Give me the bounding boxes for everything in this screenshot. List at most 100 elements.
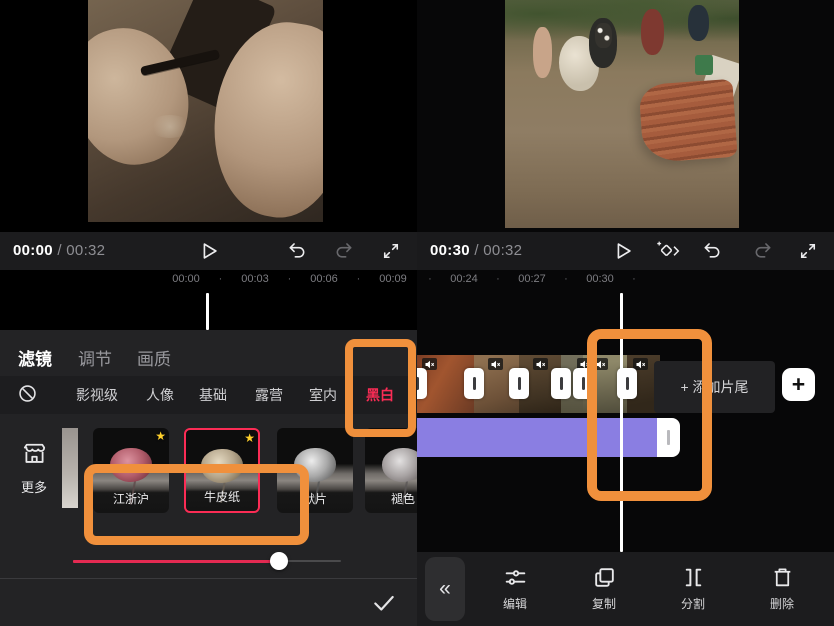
- filter-panel: 滤镜 调节 画质 影视级 人像 基础 露营 室内 黑白 更多: [0, 330, 417, 578]
- filter-name: 默片: [277, 490, 353, 507]
- trash-icon: [770, 565, 795, 590]
- ruler-dot: ·: [347, 273, 370, 285]
- add-keyframe-button[interactable]: [655, 240, 681, 262]
- filter-slider-fill: [73, 560, 279, 563]
- add-ending-label: + 添加片尾: [680, 377, 748, 397]
- rose-art: [294, 448, 336, 482]
- no-filter-icon[interactable]: [17, 383, 38, 409]
- collapse-icon: «: [439, 577, 451, 601]
- worker-figure: [641, 9, 664, 55]
- plus-icon: +: [792, 373, 805, 396]
- right-playhead[interactable]: [620, 293, 623, 552]
- worker-figure: [589, 18, 617, 68]
- brick-pile: [638, 79, 737, 163]
- tab-adjust[interactable]: 调节: [78, 345, 112, 370]
- shop-icon: [21, 440, 48, 467]
- filter-intensity-slider[interactable]: [73, 552, 341, 570]
- category-basic[interactable]: 基础: [199, 385, 227, 405]
- ruler-tick: 00:30: [577, 273, 623, 285]
- mute-icon: [593, 358, 608, 370]
- filter-card-niupizhi-selected[interactable]: ★ 牛皮纸: [184, 428, 260, 513]
- panel-tabs: 滤镜 调节 画质: [0, 336, 417, 376]
- screen: 00:00 / 00:32 00:00 · 00:03 · 00:06 ·: [0, 0, 834, 626]
- filter-thumb-partial[interactable]: [62, 428, 78, 508]
- filter-name: 牛皮纸: [186, 488, 258, 505]
- collapse-toolbar-button[interactable]: «: [425, 557, 465, 621]
- category-portrait[interactable]: 人像: [146, 385, 174, 405]
- ruler-tick: 00:03: [232, 273, 278, 285]
- ruler-dot: ·: [487, 273, 509, 285]
- transition-marker[interactable]: [509, 368, 529, 399]
- worker-figure: [688, 5, 709, 41]
- redo-button[interactable]: [753, 241, 773, 261]
- redo-button[interactable]: [334, 241, 354, 261]
- rose-art: [382, 448, 417, 482]
- worker-figure: [533, 27, 552, 77]
- ruler-tick: 00:27: [509, 273, 555, 285]
- ruler-tick: 00:09: [370, 273, 416, 285]
- left-time-display: 00:00 / 00:32: [13, 242, 105, 259]
- undo-button[interactable]: [702, 241, 722, 261]
- transition-marker[interactable]: [551, 368, 571, 399]
- clip-toolbar: « 编辑 复制 分割 删除: [417, 552, 834, 626]
- left-video-preview[interactable]: [88, 0, 323, 222]
- audio-track-trim-handle[interactable]: [657, 418, 680, 457]
- ruler-dot: ·: [278, 273, 301, 285]
- mute-icon: [488, 358, 503, 370]
- filter-card-mopian[interactable]: 默片: [277, 428, 353, 513]
- copy-icon: [592, 565, 617, 590]
- rose-art: [110, 448, 152, 482]
- shavings: [149, 115, 191, 137]
- edit-label: 编辑: [503, 595, 527, 612]
- category-camping[interactable]: 露营: [255, 385, 283, 405]
- ruler-dot: ·: [623, 273, 645, 285]
- right-playback-bar: 00:30 / 00:32: [417, 232, 834, 270]
- play-button[interactable]: [198, 240, 220, 262]
- transition-marker[interactable]: [464, 368, 484, 399]
- fullscreen-button[interactable]: [381, 241, 401, 261]
- fullscreen-button[interactable]: [798, 241, 818, 261]
- category-blackwhite[interactable]: 黑白: [366, 385, 394, 405]
- star-icon: ★: [244, 431, 255, 445]
- ruler-dot: ·: [419, 273, 441, 285]
- transition-marker[interactable]: [417, 368, 427, 399]
- mute-icon: [533, 358, 548, 370]
- filter-name: 褪色: [365, 490, 417, 507]
- sliders-icon: [503, 565, 528, 590]
- copy-button[interactable]: 复制: [559, 565, 649, 612]
- filter-card-jiangzhehu[interactable]: ★ 江浙沪: [93, 428, 169, 513]
- transition-marker[interactable]: [573, 368, 593, 399]
- filter-card-tuise[interactable]: 褪色: [365, 428, 417, 513]
- total-time: 00:32: [66, 242, 105, 259]
- category-indoor[interactable]: 室内: [309, 385, 337, 405]
- confirm-button[interactable]: [371, 590, 397, 621]
- filter-category-bar: 影视级 人像 基础 露营 室内 黑白: [0, 376, 417, 414]
- green-bucket: [695, 55, 714, 76]
- edit-button[interactable]: 编辑: [470, 565, 560, 612]
- left-playhead[interactable]: [206, 293, 209, 330]
- total-time: 00:32: [483, 242, 522, 259]
- right-time-display: 00:30 / 00:32: [430, 242, 522, 259]
- split-icon: [681, 565, 706, 590]
- play-button[interactable]: [612, 240, 634, 262]
- panel-footer: [0, 578, 417, 626]
- delete-button[interactable]: 删除: [737, 565, 827, 612]
- filter-name: 江浙沪: [93, 490, 169, 507]
- tab-quality[interactable]: 画质: [137, 345, 171, 370]
- tab-filter[interactable]: 滤镜: [18, 345, 52, 370]
- mute-icon: [633, 358, 648, 370]
- slider-handle[interactable]: [270, 552, 288, 570]
- ruler-dot: ·: [555, 273, 577, 285]
- add-clip-button[interactable]: +: [782, 368, 815, 401]
- split-button[interactable]: 分割: [648, 565, 738, 612]
- ruler-dot: ·: [209, 273, 232, 285]
- add-ending-button[interactable]: + 添加片尾: [654, 361, 775, 413]
- check-icon: [371, 590, 397, 616]
- rose-art: [201, 449, 243, 483]
- category-cinematic[interactable]: 影视级: [76, 385, 118, 405]
- more-filters-button[interactable]: 更多: [12, 440, 56, 496]
- copy-label: 复制: [592, 595, 616, 612]
- right-video-preview[interactable]: [505, 0, 739, 228]
- undo-button[interactable]: [287, 241, 307, 261]
- current-time: 00:00: [13, 242, 53, 259]
